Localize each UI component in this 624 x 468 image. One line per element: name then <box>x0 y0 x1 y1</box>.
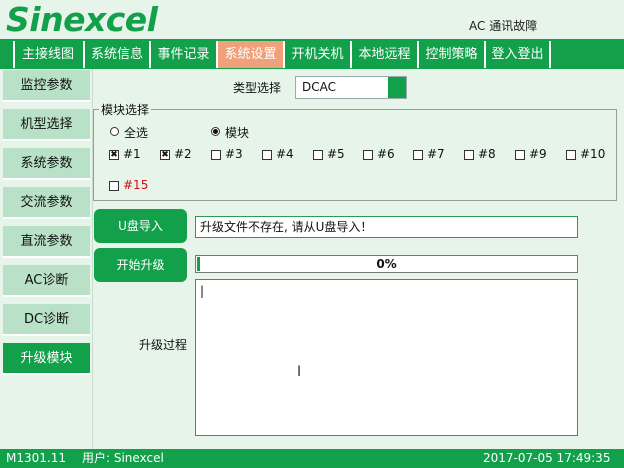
user-text: 用户: Sinexcel <box>82 451 164 465</box>
sidebar-item-ac-diagnosis[interactable]: AC诊断 <box>3 265 90 297</box>
tab-local-remote[interactable]: 本地远程 <box>350 41 417 68</box>
checkbox-module-2[interactable]: ✖ <box>160 150 170 160</box>
process-log-label: 升级过程 <box>139 338 188 352</box>
checkbox-module-9[interactable] <box>515 150 525 160</box>
radio-select-module-label: 模块 <box>225 126 250 140</box>
checkbox-module-3[interactable] <box>211 150 221 160</box>
tab-system-settings[interactable]: 系统设置 <box>216 41 283 68</box>
sidebar-item-model-select[interactable]: 机型选择 <box>3 109 90 141</box>
radio-select-module[interactable] <box>211 127 220 136</box>
upgrade-message-field: 升级文件不存在, 请从U盘导入！ <box>195 216 578 238</box>
sidebar-item-dc-diagnosis[interactable]: DC诊断 <box>3 304 90 336</box>
sidebar-item-dc-params[interactable]: 直流参数 <box>3 226 90 258</box>
tab-event-log[interactable]: 事件记录 <box>149 41 216 68</box>
top-navigation: 主接线图 系统信息 事件记录 系统设置 开机关机 本地远程 控制策略 登入登出 <box>0 39 624 69</box>
checkbox-module-8-label: #8 <box>478 147 496 161</box>
upgrade-progress-bar: 0% <box>195 255 578 273</box>
checkbox-module-4[interactable] <box>262 150 272 160</box>
sidebar-item-monitor-params[interactable]: 监控参数 <box>3 70 90 102</box>
checkbox-module-6-label: #6 <box>377 147 395 161</box>
checkbox-module-4-label: #4 <box>276 147 294 161</box>
progress-percent: 0% <box>376 257 397 271</box>
checkbox-module-3-label: #3 <box>225 147 243 161</box>
checkbox-module-1-label: #1 <box>123 147 141 161</box>
version-text: M1301.11 <box>6 451 66 465</box>
checkbox-module-9-label: #9 <box>529 147 547 161</box>
checkbox-module-7[interactable] <box>413 150 423 160</box>
checkbox-module-1[interactable]: ✖ <box>109 150 119 160</box>
checkbox-module-15-label: #15 <box>123 178 149 192</box>
radio-select-all[interactable] <box>110 127 119 136</box>
sinexcel-logo: Sinexcel <box>6 0 158 39</box>
status-bar: M1301.11 用户: Sinexcel 2017-07-05 17:49:3… <box>0 449 624 468</box>
tab-control-strategy[interactable]: 控制策略 <box>417 41 484 68</box>
process-log-textarea[interactable]: | <box>195 279 578 436</box>
tab-main-wiring[interactable]: 主接线图 <box>13 41 81 68</box>
checkbox-module-10-label: #10 <box>580 147 606 161</box>
sidebar-item-system-params[interactable]: 系统参数 <box>3 148 90 180</box>
dropdown-arrow-icon[interactable] <box>388 77 406 98</box>
type-select-value: DCAC <box>302 80 336 94</box>
checkbox-module-10[interactable] <box>566 150 576 160</box>
text-cursor-icon: I <box>297 364 302 380</box>
alarm-status-text: AC 通讯故障 <box>469 19 538 33</box>
checkbox-module-15[interactable] <box>109 181 119 191</box>
type-select-label: 类型选择 <box>233 81 282 95</box>
start-upgrade-button[interactable]: 开始升级 <box>94 248 187 282</box>
datetime-text: 2017-07-05 17:49:35 <box>483 451 611 465</box>
checkbox-module-6[interactable] <box>363 150 373 160</box>
tab-system-info[interactable]: 系统信息 <box>83 41 149 68</box>
usb-import-button[interactable]: U盘导入 <box>94 209 187 243</box>
module-select-title: 模块选择 <box>99 101 152 118</box>
checkbox-module-7-label: #7 <box>427 147 445 161</box>
radio-select-all-label: 全选 <box>124 126 149 140</box>
tab-login-logout[interactable]: 登入登出 <box>484 41 551 68</box>
checkbox-module-5[interactable] <box>313 150 323 160</box>
checkbox-module-8[interactable] <box>464 150 474 160</box>
checkbox-module-2-label: #2 <box>174 147 192 161</box>
sidebar-item-upgrade-module[interactable]: 升级模块 <box>3 343 90 375</box>
checkbox-module-5-label: #5 <box>327 147 345 161</box>
sidebar-item-ac-params[interactable]: 交流参数 <box>3 187 90 219</box>
tab-power-on-off[interactable]: 开机关机 <box>283 41 350 68</box>
type-select-dropdown[interactable]: DCAC <box>295 76 407 99</box>
